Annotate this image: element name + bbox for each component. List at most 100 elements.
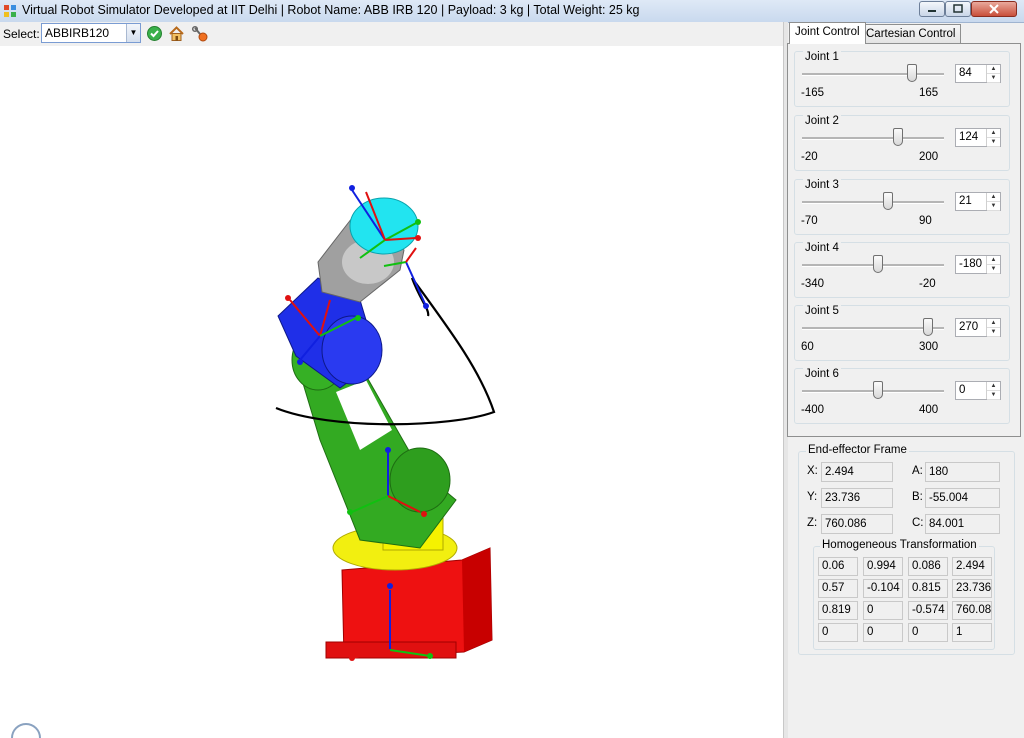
z-field: 760.086: [821, 514, 893, 534]
b-label: B:: [912, 491, 923, 503]
joint-slider-track[interactable]: [802, 137, 944, 140]
joint-slider-thumb[interactable]: [873, 381, 883, 399]
joint-value-spinner[interactable]: 21 ▲ ▼: [955, 192, 1001, 211]
joint-value-spinner[interactable]: -180 ▲ ▼: [955, 255, 1001, 274]
tool-icon[interactable]: [191, 25, 208, 42]
y-field: 23.736: [821, 488, 893, 508]
end-effector-frame-group: End-effector Frame X: 2.494 A: 180 Y: 23…: [798, 444, 1015, 655]
matrix-cell: 2.494: [952, 557, 992, 576]
joint-label: Joint 1: [803, 51, 841, 63]
chevron-down-icon[interactable]: ▼: [126, 24, 140, 42]
spin-down-icon[interactable]: ▼: [987, 265, 1000, 274]
spin-up-icon[interactable]: ▲: [987, 193, 1000, 202]
select-label: Select:: [3, 27, 40, 41]
spin-up-icon[interactable]: ▲: [987, 65, 1000, 74]
joint-min: -165: [801, 87, 825, 99]
matrix-cell: 0.815: [908, 579, 948, 598]
minimize-icon: [928, 10, 936, 12]
spin-down-icon[interactable]: ▼: [987, 391, 1000, 400]
joint-max: 90: [919, 215, 932, 227]
matrix-cell: 760.086: [952, 601, 992, 620]
b-field: -55.004: [925, 488, 1000, 508]
app-icon: [4, 5, 16, 17]
matrix-cell: 23.736: [952, 579, 992, 598]
maximize-button[interactable]: [945, 1, 971, 17]
matrix-cell: 0.994: [863, 557, 903, 576]
joint-slider-thumb[interactable]: [873, 255, 883, 273]
control-tabs: Joint Control Cartesian Control: [789, 22, 1023, 44]
joint-value: 21: [959, 195, 972, 207]
close-icon: [989, 4, 999, 14]
joint-slider-thumb[interactable]: [923, 318, 933, 336]
joint-6-group: Joint 6 -400 400 0 ▲ ▼: [794, 368, 1010, 424]
matrix-cell: 0: [818, 623, 858, 642]
joint-value-spinner[interactable]: 0 ▲ ▼: [955, 381, 1001, 400]
joint-value: 270: [959, 321, 979, 333]
end-effector-title: End-effector Frame: [806, 444, 909, 456]
joint-max: 200: [919, 151, 939, 163]
spin-down-icon[interactable]: ▼: [987, 74, 1000, 83]
joint-label: Joint 6: [803, 368, 841, 380]
matrix-cell: 1: [952, 623, 992, 642]
joint-value-spinner[interactable]: 84 ▲ ▼: [955, 64, 1001, 83]
matrix-cell: 0: [908, 623, 948, 642]
robot-3d-viewport[interactable]: [0, 46, 783, 738]
matrix-cell: 0: [863, 623, 903, 642]
home-icon[interactable]: [168, 25, 185, 42]
joint-value: 84: [959, 67, 972, 79]
spin-up-icon[interactable]: ▲: [987, 319, 1000, 328]
window-title: Virtual Robot Simulator Developed at IIT…: [22, 3, 640, 17]
joint-value: 124: [959, 131, 979, 143]
joint-label: Joint 2: [803, 115, 841, 127]
minimize-button[interactable]: [919, 1, 945, 17]
joint-slider-track[interactable]: [802, 201, 944, 204]
joint-min: -20: [801, 151, 818, 163]
ok-icon[interactable]: [146, 25, 163, 42]
joint-slider-thumb[interactable]: [893, 128, 903, 146]
joint-value: -180: [959, 258, 983, 270]
x-label: X:: [807, 465, 818, 477]
joint-3-group: Joint 3 -70 90 21 ▲ ▼: [794, 179, 1010, 235]
close-button[interactable]: [971, 1, 1017, 17]
x-field: 2.494: [821, 462, 893, 482]
spin-up-icon[interactable]: ▲: [987, 256, 1000, 265]
joint-max: -20: [919, 278, 936, 290]
joint-label: Joint 4: [803, 242, 841, 254]
joint-5-group: Joint 5 60 300 270 ▲ ▼: [794, 305, 1010, 361]
spin-down-icon[interactable]: ▼: [987, 328, 1000, 337]
homogeneous-title: Homogeneous Transformation: [820, 539, 979, 551]
spin-up-icon[interactable]: ▲: [987, 382, 1000, 391]
title-bar: Virtual Robot Simulator Developed at IIT…: [0, 0, 1024, 23]
matrix-cell: 0.086: [908, 557, 948, 576]
tab-joint-control[interactable]: Joint Control: [789, 22, 866, 44]
spin-up-icon[interactable]: ▲: [987, 129, 1000, 138]
joint-value-spinner[interactable]: 270 ▲ ▼: [955, 318, 1001, 337]
matrix-cell: -0.104: [863, 579, 903, 598]
maximize-icon: [953, 4, 963, 13]
joint-slider-thumb[interactable]: [907, 64, 917, 82]
joint-control-panel: Joint 1 -165 165 84 ▲ ▼ Joint 2 -20 200 1…: [787, 43, 1021, 437]
joint-1-group: Joint 1 -165 165 84 ▲ ▼: [794, 51, 1010, 107]
robot-model-graphic: [11, 185, 496, 738]
z-label: Z:: [807, 517, 818, 529]
c-field: 84.001: [925, 514, 1000, 534]
joint-label: Joint 5: [803, 305, 841, 317]
y-label: Y:: [807, 491, 818, 503]
spin-down-icon[interactable]: ▼: [987, 202, 1000, 211]
joint-2-group: Joint 2 -20 200 124 ▲ ▼: [794, 115, 1010, 171]
robot-select[interactable]: ABBIRB120 ▼: [41, 23, 141, 43]
joint-value: 0: [959, 384, 966, 396]
joint-label: Joint 3: [803, 179, 841, 191]
spin-down-icon[interactable]: ▼: [987, 138, 1000, 147]
joint-max: 300: [919, 341, 939, 353]
joint-min: -400: [801, 404, 825, 416]
matrix-cell: -0.574: [908, 601, 948, 620]
joint-value-spinner[interactable]: 124 ▲ ▼: [955, 128, 1001, 147]
joint-4-group: Joint 4 -340 -20 -180 ▲ ▼: [794, 242, 1010, 298]
joint-slider-track[interactable]: [802, 73, 944, 76]
joint-min: -340: [801, 278, 825, 290]
matrix-cell: 0.819: [818, 601, 858, 620]
matrix-cell: 0.06: [818, 557, 858, 576]
joint-slider-thumb[interactable]: [883, 192, 893, 210]
tab-cartesian-control[interactable]: Cartesian Control: [860, 24, 962, 43]
